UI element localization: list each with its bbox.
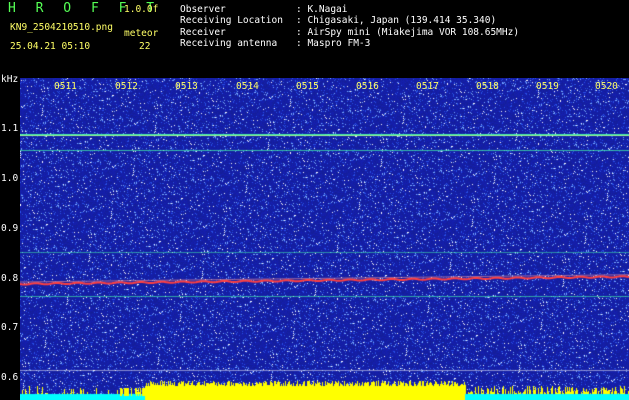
version-label: 1.0.0f	[124, 4, 159, 15]
y-tick-label-0-9: 0.9	[1, 223, 19, 234]
datetime-label: 25.04.21 05:10	[10, 41, 91, 52]
x-tick-label-0512: 0512	[115, 81, 138, 92]
x-tick-label-0518: 0518	[476, 81, 499, 92]
spectrogram-plot	[20, 78, 629, 400]
x-tick-label-0515: 0515	[296, 81, 319, 92]
x-tick-label-0511: 0511	[54, 81, 77, 92]
x-tick-label-0516: 0516	[356, 81, 379, 92]
x-tick-label-0519: 0519	[536, 81, 559, 92]
location-value: : Chigasaki, Japan (139.414 35.340)	[296, 15, 497, 26]
x-tick-label-0513: 0513	[175, 81, 198, 92]
filename-label: KN9_2504210510.png	[10, 22, 113, 33]
y-tick-label-0-6: 0.6	[1, 372, 19, 383]
meteor-label: meteor	[124, 28, 159, 39]
spectrogram-canvas	[20, 78, 629, 400]
x-tick-label-0517: 0517	[416, 81, 439, 92]
y-tick-label-0-8: 0.8	[1, 273, 19, 284]
y-tick-label-0-7: 0.7	[1, 322, 19, 333]
antenna-label: Receiving antenna	[180, 38, 278, 49]
x-tick-label-0520: 0520	[595, 81, 618, 92]
receiver-value: : AirSpy mini (Miakejima VOR 108.65MHz)	[296, 27, 520, 38]
observer-label: Observer	[180, 4, 226, 15]
x-tick-label-0514: 0514	[236, 81, 259, 92]
receiver-label: Receiver	[180, 27, 226, 38]
antenna-value: : Maspro FM-3	[296, 38, 371, 49]
y-axis-unit: kHz	[1, 74, 19, 85]
location-label: Receiving Location	[180, 15, 283, 26]
y-tick-label-1-1: 1.1	[1, 123, 19, 134]
observer-value: : K.Nagai	[296, 4, 348, 15]
y-tick-label-1-0: 1.0	[1, 173, 19, 184]
meteor-count: 22	[139, 41, 151, 52]
header-panel: H R O F F T 1.0.0f KN9_2504210510.png me…	[0, 0, 629, 78]
